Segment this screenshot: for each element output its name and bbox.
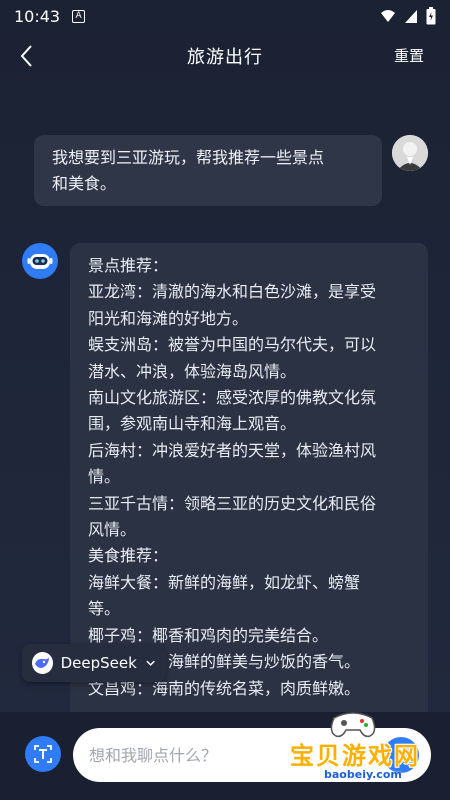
user-message-line: 和美食。	[52, 174, 117, 193]
chevron-left-icon	[20, 45, 32, 67]
text-mode-icon	[34, 745, 52, 763]
text-mode-button[interactable]	[25, 736, 61, 772]
bot-message-line: 围，参观南山寺和海上观音。	[88, 414, 297, 434]
bot-message-line: 美食推荐：	[88, 546, 169, 566]
chat-input[interactable]	[89, 745, 349, 765]
bot-message-line: 阳光和海滩的好地方。	[88, 308, 249, 328]
status-indicator: A	[72, 9, 86, 23]
user-avatar-icon	[392, 135, 428, 171]
status-bar: 10:43 A	[0, 0, 450, 32]
page-title: 旅游出行	[187, 47, 263, 68]
bot-message-line: 情。	[88, 467, 121, 487]
bot-message-line: 风情。	[88, 520, 137, 540]
send-button[interactable]	[383, 737, 419, 773]
bot-message-line: 蜈支洲岛：被誉为中国的马尔代夫，可以	[88, 335, 377, 355]
arrow-up-icon	[395, 747, 407, 761]
model-selector-label: DeepSeek	[60, 654, 137, 672]
user-avatar[interactable]	[392, 135, 428, 171]
user-message-bubble: 我想要到三亚游玩，帮我推荐一些景点 和美食。	[34, 135, 382, 206]
cellular-icon	[405, 10, 417, 23]
deepseek-logo-icon	[32, 652, 53, 674]
bot-message-line: 潜水、冲浪，体验海岛风情。	[88, 361, 297, 381]
bot-message-line: 景点推荐：	[88, 256, 169, 275]
back-button[interactable]	[14, 42, 40, 70]
robot-icon	[22, 243, 58, 279]
bot-message-line: 等。	[88, 599, 121, 619]
user-message-line: 我想要到三亚游玩，帮我推荐一些景点	[52, 148, 325, 167]
app-header: 旅游出行 重置	[0, 32, 450, 80]
bot-message-line: 南山文化旅游区：感受浓厚的佛教文化氛	[88, 388, 377, 408]
reset-button[interactable]: 重置	[394, 45, 424, 66]
bot-avatar	[22, 243, 58, 279]
model-selector[interactable]: DeepSeek	[22, 644, 166, 682]
bot-message-line: 亚龙湾：清澈的海水和白色沙滩，是享受	[88, 282, 377, 302]
status-time: 10:43	[14, 6, 61, 26]
signal-icon	[381, 10, 395, 22]
bot-message-line: 海鲜大餐：新鲜的海鲜，如龙虾、螃蟹	[88, 572, 361, 592]
chevron-down-icon	[146, 660, 155, 666]
status-icons	[380, 7, 436, 25]
bot-message-line: 后海村：冲浪爱好者的天堂，体验渔村风	[88, 440, 377, 460]
bot-message-line: 三亚千古情：领略三亚的历史文化和民俗	[88, 493, 377, 513]
battery-icon	[426, 7, 436, 25]
chat-input-box	[73, 728, 431, 782]
